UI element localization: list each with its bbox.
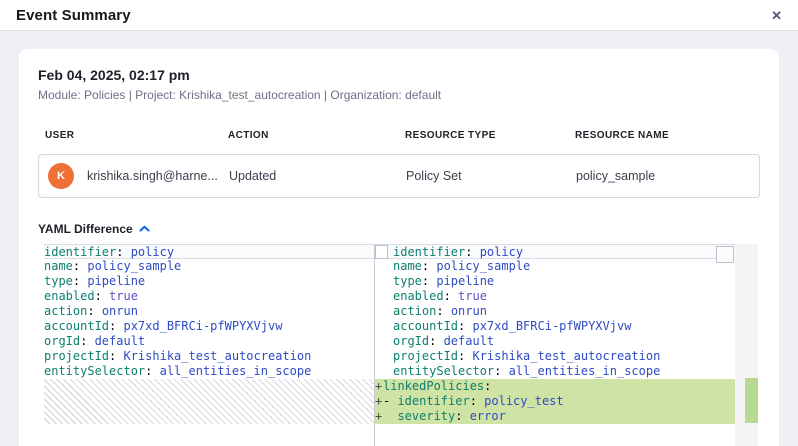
diff-right-lines: identifier: policyname: policy_sampletyp…: [375, 244, 735, 379]
yaml-difference-toggle[interactable]: YAML Difference: [38, 221, 150, 236]
yaml-line: name: policy_sample: [375, 259, 735, 274]
yaml-line: orgId: default: [44, 334, 374, 349]
yaml-line: projectId: Krishika_test_autocreation: [44, 349, 374, 364]
event-timestamp: Feb 04, 2025, 02:17 pm: [38, 67, 760, 83]
diff-empty-chunk-hatch: [44, 379, 374, 424]
yaml-added-line: +- identifier: policy_test: [375, 394, 735, 409]
yaml-difference-label: YAML Difference: [38, 222, 133, 236]
modal-body: Feb 04, 2025, 02:17 pm Module: Policies …: [0, 31, 798, 446]
column-header: USER: [45, 130, 228, 141]
diff-left-editor[interactable]: identifier: policyname: policy_sampletyp…: [38, 244, 374, 446]
yaml-line: action: onrun: [44, 304, 374, 319]
yaml-line: entitySelector: all_entities_in_scope: [375, 364, 735, 379]
diff-overview-scrollbar[interactable]: [735, 244, 758, 446]
yaml-line: entitySelector: all_entities_in_scope: [44, 364, 374, 379]
column-header: ACTION: [228, 130, 405, 141]
yaml-line: accountId: px7xd_BFRCi-pfWPYXVjvw: [44, 319, 374, 334]
yaml-added-line: + severity: error: [375, 409, 735, 424]
yaml-line: name: policy_sample: [44, 259, 374, 274]
yaml-line: enabled: true: [375, 289, 735, 304]
yaml-line: type: pipeline: [375, 274, 735, 289]
event-meta: Module: Policies | Project: Krishika_tes…: [38, 88, 760, 102]
table-header-row: USERACTIONRESOURCE TYPERESOURCE NAME: [38, 130, 760, 141]
diff-right-editor[interactable]: identifier: policyname: policy_sampletyp…: [375, 244, 735, 446]
yaml-added-line: +linkedPolicies:: [375, 379, 735, 394]
audit-table-row: K krishika.singh@harne... Updated Policy…: [38, 154, 760, 198]
modal-title: Event Summary: [16, 7, 131, 24]
diff-left-lines: identifier: policyname: policy_sampletyp…: [44, 244, 374, 379]
diff-added-lines: +linkedPolicies:+- identifier: policy_te…: [375, 379, 735, 424]
user-cell: K krishika.singh@harne...: [39, 163, 229, 189]
added-chunk-marker: [745, 378, 758, 423]
action-cell: Updated: [229, 169, 406, 183]
yaml-line: enabled: true: [44, 289, 374, 304]
yaml-diff-view: identifier: policyname: policy_sampletyp…: [38, 244, 760, 446]
left-scrollbar-thumb[interactable]: [375, 245, 388, 259]
chevron-up-icon: [139, 222, 150, 236]
yaml-line: orgId: default: [375, 334, 735, 349]
close-icon[interactable]: ✕: [771, 9, 782, 22]
user-avatar: K: [48, 163, 74, 189]
resource-type-cell: Policy Set: [406, 169, 576, 183]
event-summary-modal: Event Summary ✕ Feb 04, 2025, 02:17 pm M…: [0, 0, 798, 446]
yaml-line: type: pipeline: [44, 274, 374, 289]
user-email: krishika.singh@harne...: [87, 169, 218, 183]
yaml-line: identifier: policy: [375, 244, 735, 259]
modal-header: Event Summary ✕: [0, 0, 798, 31]
resource-name-cell: policy_sample: [576, 169, 759, 183]
yaml-line: accountId: px7xd_BFRCi-pfWPYXVjvw: [375, 319, 735, 334]
yaml-line: identifier: policy: [44, 244, 374, 259]
yaml-line: projectId: Krishika_test_autocreation: [375, 349, 735, 364]
event-card: Feb 04, 2025, 02:17 pm Module: Policies …: [19, 49, 779, 446]
column-header: RESOURCE NAME: [575, 130, 760, 141]
yaml-line: action: onrun: [375, 304, 735, 319]
column-header: RESOURCE TYPE: [405, 130, 575, 141]
right-scrollbar-thumb[interactable]: [716, 246, 734, 263]
